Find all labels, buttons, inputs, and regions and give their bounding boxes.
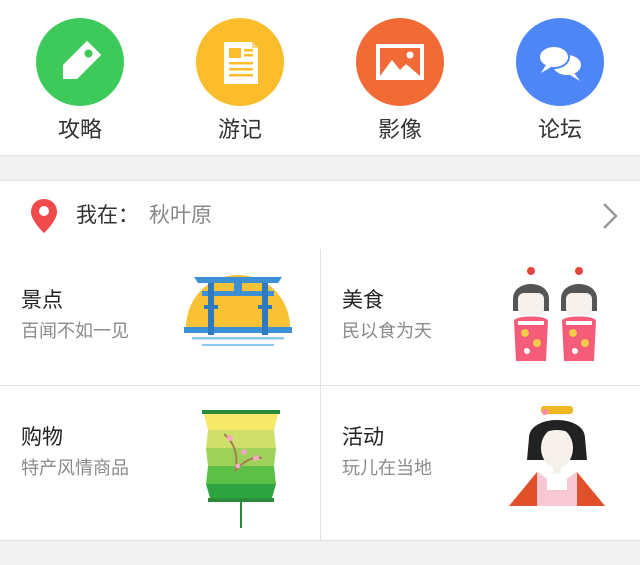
chevron-right-icon bbox=[600, 201, 620, 235]
location-bar[interactable]: 我在： 秋叶原 bbox=[0, 180, 640, 250]
kokeshi-dolls-illustration bbox=[513, 267, 597, 361]
category-subtitle: 玩儿在当地 bbox=[342, 458, 432, 479]
nav-label-guides: 攻略 bbox=[57, 118, 102, 143]
category-food[interactable]: 美食 民以食为天 bbox=[321, 249, 640, 385]
location-value: 秋叶原 bbox=[149, 203, 212, 227]
category-title: 活动 bbox=[342, 425, 384, 449]
category-grid: 景点 百闻不如一见 美食 民以食为天 购物 特产风情商品 活动 玩儿在当地 bbox=[0, 249, 640, 541]
document-icon bbox=[196, 18, 284, 106]
category-title: 景点 bbox=[21, 288, 63, 312]
location-pin-icon bbox=[30, 198, 58, 238]
category-shopping[interactable]: 购物 特产风情商品 bbox=[0, 386, 320, 528]
nav-item-travelogues[interactable]: 游记 bbox=[160, 0, 320, 155]
torii-gate-illustration bbox=[184, 275, 292, 346]
image-icon bbox=[356, 18, 444, 106]
nav-item-guides[interactable]: 攻略 bbox=[0, 0, 160, 155]
nav-label-photos: 影像 bbox=[377, 118, 422, 143]
category-subtitle: 民以食为天 bbox=[342, 321, 432, 342]
location-label: 我在： bbox=[76, 203, 139, 227]
category-subtitle: 特产风情商品 bbox=[21, 458, 129, 479]
category-title: 购物 bbox=[21, 425, 63, 449]
paper-lantern-illustration bbox=[202, 410, 280, 528]
category-sights[interactable]: 景点 百闻不如一见 bbox=[0, 249, 320, 385]
top-nav: 攻略 游记 影像 论坛 bbox=[0, 0, 640, 156]
nav-label-forum: 论坛 bbox=[537, 118, 582, 143]
nav-label-travelogues: 游记 bbox=[217, 118, 262, 143]
category-activities[interactable]: 活动 玩儿在当地 bbox=[321, 386, 640, 522]
nav-item-photos[interactable]: 影像 bbox=[320, 0, 480, 155]
nav-item-forum[interactable]: 论坛 bbox=[480, 0, 640, 155]
price-tag-icon bbox=[36, 18, 124, 106]
geisha-illustration bbox=[509, 406, 605, 506]
chat-bubbles-icon bbox=[516, 18, 604, 106]
category-subtitle: 百闻不如一见 bbox=[21, 321, 129, 342]
category-title: 美食 bbox=[342, 288, 384, 312]
